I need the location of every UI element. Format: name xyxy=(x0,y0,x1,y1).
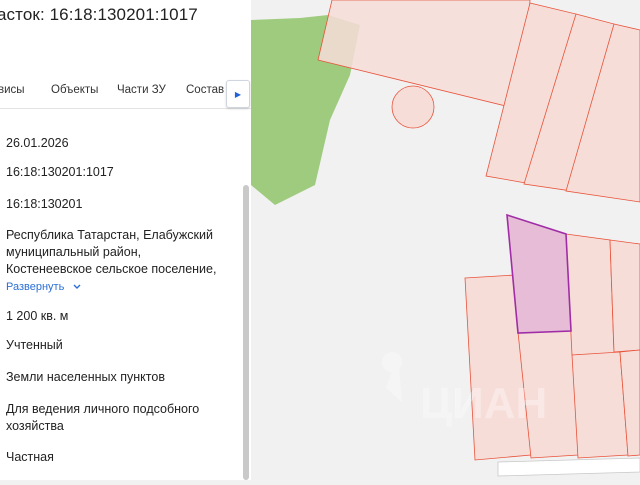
panel-scrollbar[interactable] xyxy=(243,185,249,480)
status-value: Учтенный xyxy=(6,338,63,352)
expand-address-link[interactable]: Развернуть xyxy=(6,281,82,293)
parcel xyxy=(565,233,615,356)
cadastral-map: ЦИАН xyxy=(251,0,640,480)
tab-services[interactable]: висы xyxy=(0,84,25,96)
tab-composition[interactable]: Состав xyxy=(186,84,224,96)
land-category-value: Земли населенных пунктов xyxy=(6,370,165,384)
date-value: 26.01.2026 xyxy=(6,136,69,150)
svg-text:ЦИАН: ЦИАН xyxy=(420,379,547,428)
parcel-circle xyxy=(391,85,435,129)
tab-objects[interactable]: Объекты xyxy=(51,84,98,96)
cadastral-quarter-value: 16:18:130201 xyxy=(6,197,83,211)
panel-title: асток: 16:18:130201:1017 xyxy=(0,5,198,24)
info-panel: асток: 16:18:130201:1017 висы Объекты Ча… xyxy=(0,0,252,480)
tabs-scroll-right-button[interactable]: ▶ xyxy=(226,80,250,108)
chevron-right-icon: ▶ xyxy=(234,89,242,99)
expand-label: Развернуть xyxy=(6,281,65,293)
selected-parcel xyxy=(506,213,572,334)
cadastral-number-value: 16:18:130201:1017 xyxy=(6,165,114,179)
parcel xyxy=(571,351,629,459)
permitted-use-line-1: Для ведения личного подсобного xyxy=(6,402,200,416)
tab-parts[interactable]: Части ЗУ xyxy=(117,84,166,96)
parcel xyxy=(609,239,640,353)
permitted-use-line-2: хозяйства xyxy=(6,419,64,433)
ownership-value: Частная xyxy=(6,450,54,464)
area-value: 1 200 кв. м xyxy=(6,309,69,323)
address-line-2: муниципальный район, xyxy=(6,245,142,259)
address-line-3: Костенеевское сельское поселение, xyxy=(6,262,217,276)
map-canvas[interactable]: ЦИАН xyxy=(251,0,640,480)
tab-bar: висы Объекты Части ЗУ Состав ▶ xyxy=(0,72,251,109)
address-line-1: Республика Татарстан, Елабужский xyxy=(6,228,213,242)
chevron-down-icon xyxy=(73,284,81,290)
